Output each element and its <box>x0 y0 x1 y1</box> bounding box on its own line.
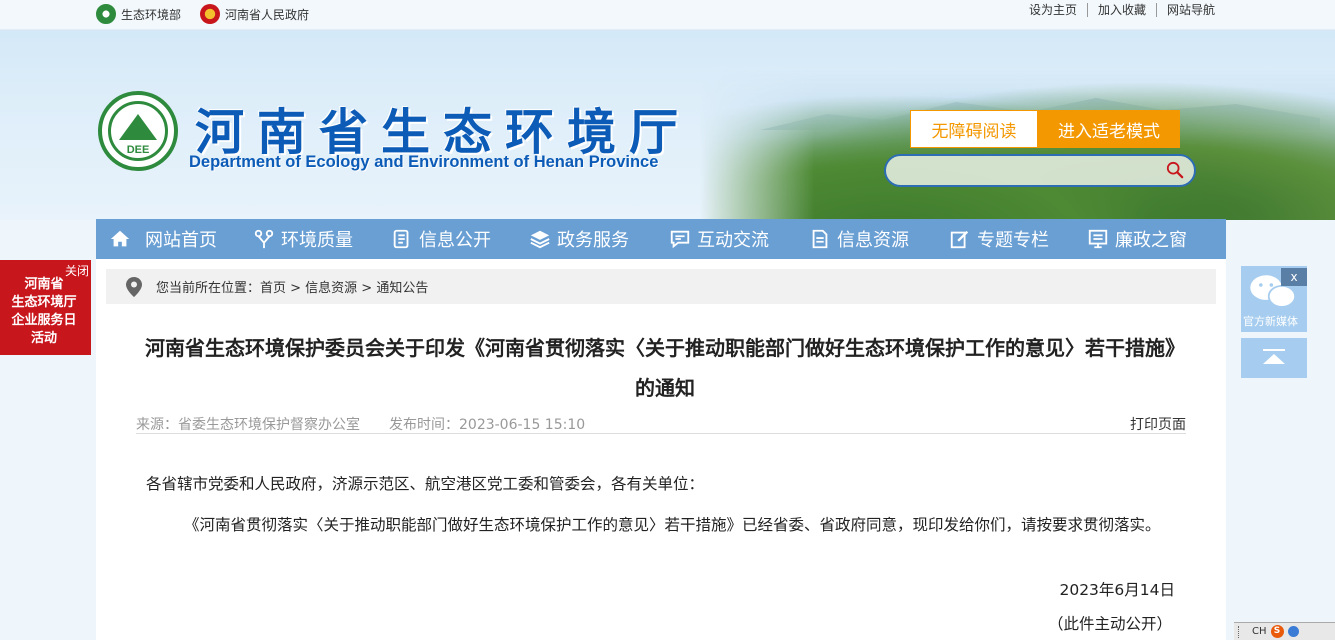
back-to-top-icon <box>1263 349 1285 364</box>
top-right-links: 设为主页 加入收藏 网站导航 <box>1019 2 1225 18</box>
mee-emblem-icon <box>96 4 116 24</box>
edit-icon <box>950 230 969 249</box>
print-page-link[interactable]: 打印页面 <box>1130 414 1186 434</box>
nav-special-topic[interactable]: 专题专栏 <box>949 219 1049 259</box>
ime-toolbar: CH S <box>1234 622 1335 640</box>
logo-hill-shape <box>119 114 157 140</box>
article-title-line1: 河南省生态环境保护委员会关于印发《河南省贯彻落实〈关于推动职能部门做好生态环境保… <box>145 336 1185 360</box>
file-icon <box>812 229 828 249</box>
banner-text-line: 河南省 <box>24 277 64 292</box>
content-panel <box>96 259 1226 640</box>
nav-integrity-label: 廉政之窗 <box>1115 230 1187 251</box>
banner-text-line: 活动 <box>30 331 57 346</box>
site-title-english: Department of Ecology and Environment of… <box>189 153 659 171</box>
breadcrumb-text[interactable]: 您当前所在位置：首页 > 信息资源 > 通知公告 <box>156 277 428 296</box>
back-to-top-button[interactable] <box>1241 338 1307 378</box>
nav-home-label: 网站首页 <box>145 230 217 251</box>
article-public-note: （此件主动公开） <box>1047 615 1172 633</box>
banner-text: 河南省 生态环境厅 企业服务日 活动 <box>0 276 88 348</box>
ime-lang[interactable]: CH <box>1252 626 1267 637</box>
article-date: 2023年6月14日 <box>1059 581 1175 599</box>
nav-integrity[interactable]: 廉政之窗 <box>1087 219 1187 259</box>
article-time: 发布时间：2023-06-15 15:10 <box>389 417 586 433</box>
set-homepage-link[interactable]: 设为主页 <box>1019 2 1087 18</box>
main-nav: 网站首页 环境质量 信息公开 政务服务 互动交流 信息资源 专题专栏 廉政之窗 <box>96 219 1226 259</box>
nav-info-public[interactable]: 信息公开 <box>391 219 491 259</box>
ime-grip-icon <box>1238 625 1248 638</box>
elder-mode-button[interactable]: 进入适老模式 <box>1038 110 1180 148</box>
nav-info-resource-label: 信息资源 <box>837 230 909 251</box>
national-emblem-icon <box>200 4 220 24</box>
media-close-button[interactable]: x <box>1281 268 1307 286</box>
article-title: 河南省生态环境保护委员会关于印发《河南省贯彻落实〈关于推动职能部门做好生态环境保… <box>130 328 1200 408</box>
nav-special-topic-label: 专题专栏 <box>977 230 1049 251</box>
nav-interaction-label: 互动交流 <box>697 230 769 251</box>
top-bar: 生态环境部 河南省人民政府 设为主页 加入收藏 网站导航 <box>0 0 1335 30</box>
enterprise-service-day-banner[interactable]: 关闭 河南省 生态环境厅 企业服务日 活动 <box>0 260 91 355</box>
search-box <box>884 154 1196 187</box>
banner-text-line: 生态环境厅 <box>11 295 77 310</box>
article-title-line2: 的通知 <box>635 376 695 400</box>
article-paragraph-2: 《河南省贯彻落实〈关于推动职能部门做好生态环境保护工作的意见〉若干措施》已经省委… <box>184 516 1161 534</box>
henan-gov-link[interactable]: 河南省人民政府 <box>200 4 309 24</box>
henan-gov-link-label: 河南省人民政府 <box>225 7 310 22</box>
nav-gov-service-label: 政务服务 <box>557 230 629 251</box>
nav-info-public-label: 信息公开 <box>419 230 491 251</box>
article-source: 来源：省委生态环境保护督察办公室 <box>136 417 360 433</box>
mee-link[interactable]: 生态环境部 <box>96 4 181 24</box>
nav-env-quality-label: 环境质量 <box>281 230 353 251</box>
official-media-label: 官方新媒体 <box>1243 315 1298 328</box>
nav-gov-service[interactable]: 政务服务 <box>529 219 629 259</box>
search-input[interactable] <box>898 160 1148 182</box>
location-pin-icon <box>126 276 142 297</box>
banner-text-line: 企业服务日 <box>11 313 77 328</box>
site-nav-link[interactable]: 网站导航 <box>1157 2 1225 18</box>
layers-icon <box>530 230 550 249</box>
nav-interaction[interactable]: 互动交流 <box>669 219 769 259</box>
logo-text: DEE <box>126 144 150 156</box>
breadcrumb: 您当前所在位置：首页 > 信息资源 > 通知公告 <box>106 269 1216 304</box>
sogou-icon[interactable]: S <box>1270 625 1284 638</box>
environment-icon <box>254 229 274 249</box>
chat-icon <box>670 230 690 249</box>
article-paragraph-1: 各省辖市党委和人民政府，济源示范区、航空港区党工委和管委会，各有关单位： <box>146 475 705 493</box>
mee-link-label: 生态环境部 <box>121 7 182 22</box>
nav-info-resource[interactable]: 信息资源 <box>809 219 909 259</box>
add-favorite-link[interactable]: 加入收藏 <box>1088 2 1156 18</box>
nav-env-quality[interactable]: 环境质量 <box>253 219 353 259</box>
dee-logo[interactable]: DEE <box>98 91 178 171</box>
nav-home[interactable]: 网站首页 <box>109 219 217 259</box>
article-meta: 来源：省委生态环境保护督察办公室 发布时间：2023-06-15 15:10 打… <box>136 412 1186 434</box>
monitor-icon <box>1088 229 1108 249</box>
document-icon <box>393 229 409 249</box>
accessible-reading-button[interactable]: 无障碍阅读 <box>910 110 1038 148</box>
dee-logo-inner: DEE <box>108 101 168 161</box>
ime-help-icon[interactable] <box>1287 626 1299 637</box>
home-icon <box>110 230 130 247</box>
search-icon[interactable] <box>1166 161 1184 179</box>
